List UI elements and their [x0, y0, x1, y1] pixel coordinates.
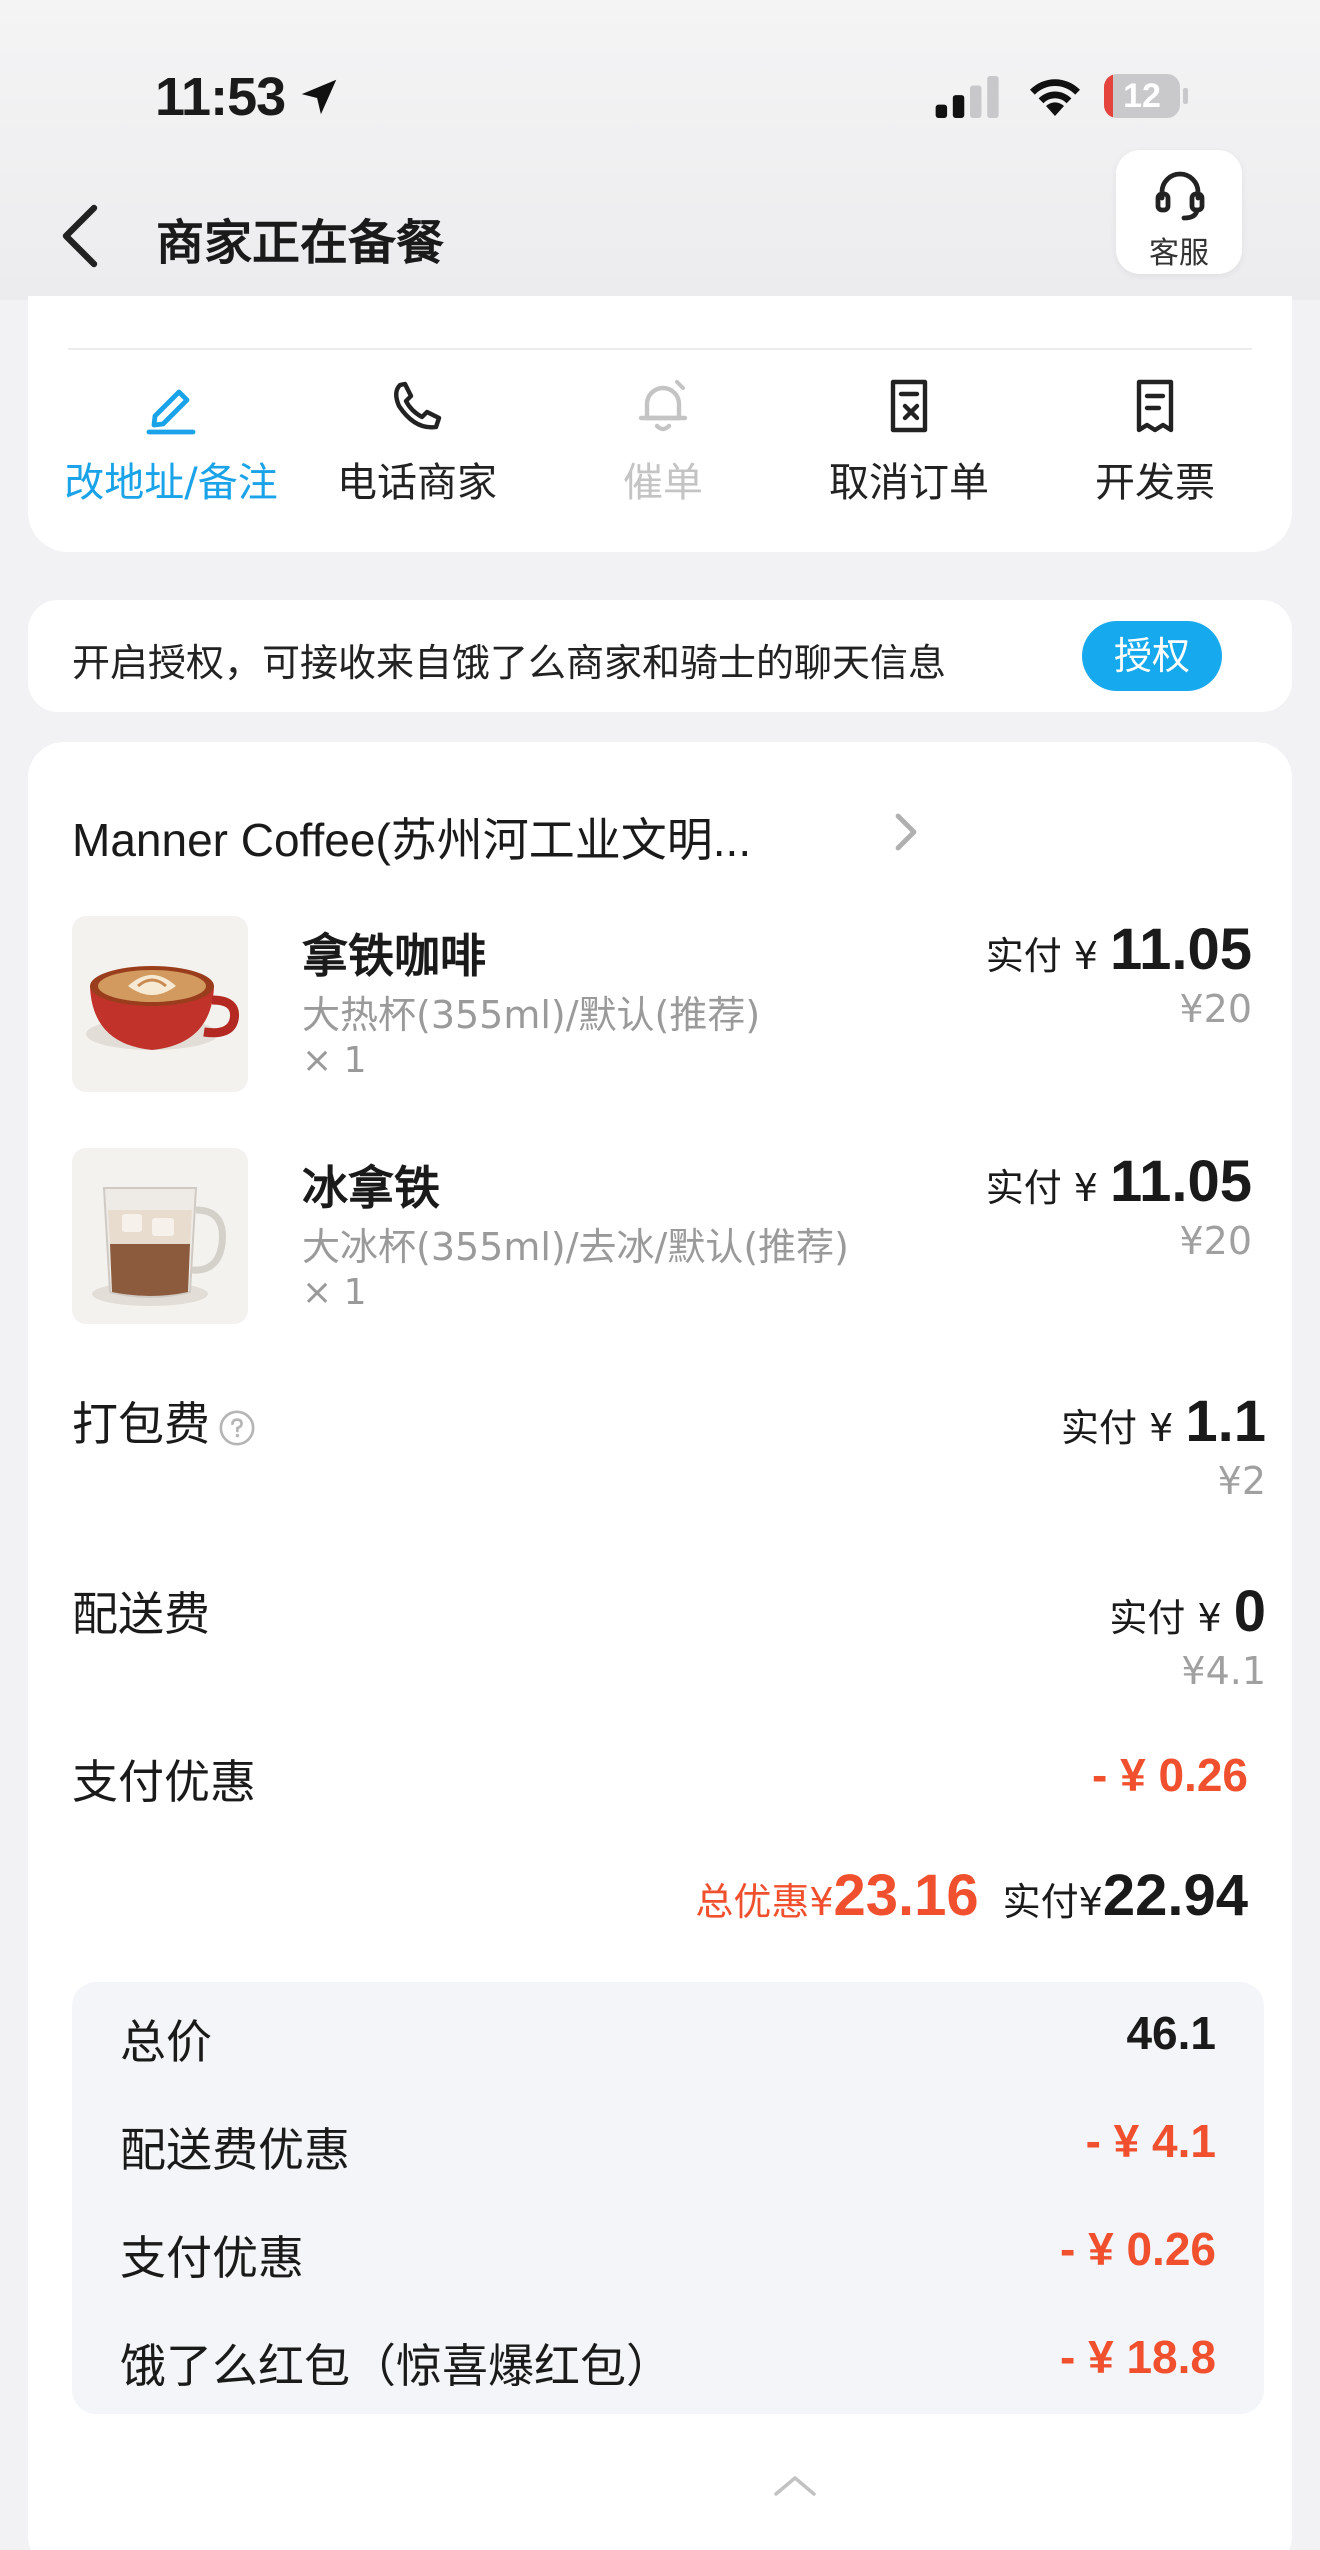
- original-price: ¥2: [1217, 1459, 1266, 1503]
- item-spec: 大冰杯(355ml)/去冰/默认(推荐): [302, 1225, 850, 1269]
- status-time: 11:53: [155, 67, 286, 127]
- breakdown-value: - ¥ 4.1: [1085, 2115, 1216, 2167]
- packing-fee-price: 实付 ¥ 1.1 ¥2: [1061, 1388, 1266, 1503]
- breakdown-label: 总价: [120, 2015, 212, 2069]
- item-name: 拿铁咖啡: [302, 929, 486, 983]
- breakdown-label: 配送费优惠: [120, 2123, 350, 2177]
- product-image-hot-latte: [72, 916, 248, 1092]
- breakdown-value: - ¥ 18.8: [1060, 2331, 1216, 2383]
- total-paid-label: 实付¥: [1002, 1880, 1103, 1924]
- back-arrow-icon[interactable]: [58, 204, 102, 268]
- original-price: ¥20: [1179, 1219, 1252, 1263]
- breakdown-row: 配送费优惠 - ¥ 4.1: [72, 2106, 1264, 2177]
- packing-fee-label: 打包费: [72, 1388, 256, 1454]
- location-arrow-icon: [301, 79, 337, 115]
- paid-label: 实付 ¥: [1109, 1596, 1234, 1640]
- paid-label: 实付 ¥: [985, 934, 1111, 978]
- phone-icon: [394, 381, 442, 430]
- action-label: 改地址/备注: [64, 460, 278, 506]
- chevron-right-icon[interactable]: [888, 804, 924, 860]
- action-change-address[interactable]: 改地址/备注: [48, 376, 294, 516]
- order-item[interactable]: 冰拿铁 大冰杯(355ml)/去冰/默认(推荐) × 1 实付 ¥ 11.05 …: [72, 1148, 1252, 1328]
- delivery-fee-price: 实付 ¥ 0 ¥4.1: [1109, 1578, 1266, 1693]
- help-circle-icon[interactable]: [218, 1409, 256, 1447]
- price-breakdown-panel: 总价 46.1 配送费优惠 - ¥ 4.1 支付优惠 - ¥ 0.26 饿了么红…: [72, 1982, 1264, 2414]
- shop-name-link[interactable]: Manner Coffee(苏州河工业文明...: [72, 804, 751, 870]
- customer-service-button[interactable]: 客服: [1116, 150, 1242, 274]
- page-title: 商家正在备餐: [156, 215, 445, 271]
- action-call-merchant[interactable]: 电话商家: [294, 376, 540, 516]
- delivery-fee-label: 配送费: [72, 1587, 210, 1641]
- breakdown-label: 饿了么红包（惊喜爆红包）: [120, 2339, 672, 2393]
- action-label: 催单: [623, 460, 703, 506]
- battery-indicator: 12: [1104, 74, 1188, 118]
- paid-amount: 11.05: [1110, 917, 1252, 982]
- invoice-icon: [1136, 379, 1174, 433]
- battery-level: 12: [1123, 77, 1161, 115]
- breakdown-label: 支付优惠: [120, 2231, 304, 2285]
- paid-amount: 1.1: [1185, 1389, 1266, 1454]
- edit-icon: [146, 389, 196, 435]
- order-item[interactable]: 拿铁咖啡 大热杯(355ml)/默认(推荐) × 1 实付 ¥ 11.05 ¥2…: [72, 916, 1252, 1096]
- payment-discount-row: 支付优惠: [72, 1746, 1268, 1826]
- action-label: 开发票: [1095, 460, 1215, 506]
- chat-authorization-banner: 开启授权，可接收来自饿了么商家和骑士的聊天信息 授权: [28, 600, 1292, 712]
- action-cancel-order[interactable]: 取消订单: [786, 376, 1032, 516]
- breakdown-value: - ¥ 0.26: [1060, 2223, 1216, 2275]
- cancel-order-icon: [890, 379, 928, 433]
- product-image-iced-latte: [72, 1148, 248, 1324]
- item-price: 实付 ¥ 11.05 ¥20: [986, 916, 1252, 1031]
- packing-fee-row: 打包费 实付 ¥ 1.1 ¥2: [72, 1388, 1268, 1538]
- order-detail-card: Manner Coffee(苏州河工业文明... 拿铁咖啡 大热杯(355ml)…: [28, 742, 1292, 2550]
- paid-amount: 0: [1233, 1579, 1266, 1644]
- customer-service-label: 客服: [1149, 236, 1209, 271]
- total-discount-amount: 23.16: [833, 1863, 979, 1928]
- breakdown-value: 46.1: [1126, 2007, 1216, 2059]
- original-price: ¥4.1: [1181, 1649, 1266, 1693]
- chevron-up-icon[interactable]: [770, 2470, 820, 2500]
- action-urge-order[interactable]: 催单: [540, 376, 786, 516]
- divider: [68, 348, 1252, 350]
- payment-discount-value: - ¥ 0.26: [1092, 1749, 1248, 1801]
- payment-discount-label: 支付优惠: [72, 1755, 256, 1809]
- item-quantity: × 1: [302, 1040, 367, 1081]
- breakdown-row: 支付优惠 - ¥ 0.26: [72, 2214, 1264, 2285]
- total-paid-amount: 22.94: [1102, 1863, 1248, 1928]
- bell-icon: [638, 380, 688, 432]
- wifi-icon: [1030, 79, 1080, 116]
- authorize-button[interactable]: 授权: [1082, 621, 1222, 691]
- action-issue-invoice[interactable]: 开发票: [1032, 376, 1278, 516]
- total-discount-label: 总优惠¥: [695, 1880, 834, 1924]
- authorization-message: 开启授权，可接收来自饿了么商家和骑士的聊天信息: [72, 641, 947, 685]
- item-quantity: × 1: [302, 1272, 367, 1313]
- paid-label: 实付 ¥: [985, 1166, 1111, 1210]
- item-name: 冰拿铁: [302, 1161, 440, 1215]
- paid-amount: 11.05: [1110, 1149, 1252, 1214]
- cellular-signal-icon: [935, 76, 999, 118]
- order-totals: 总优惠¥23.16 实付¥22.94: [695, 1862, 1248, 1929]
- breakdown-row: 饿了么红包（惊喜爆红包） - ¥ 18.8: [72, 2322, 1264, 2393]
- headset-icon: [1155, 171, 1205, 221]
- item-price: 实付 ¥ 11.05 ¥20: [986, 1148, 1252, 1263]
- order-actions-card: 改地址/备注 电话商家 催单 取消订单 开发票: [28, 296, 1292, 552]
- action-label: 取消订单: [829, 460, 989, 506]
- breakdown-row: 总价 46.1: [72, 1998, 1264, 2069]
- original-price: ¥20: [1179, 987, 1252, 1031]
- item-spec: 大热杯(355ml)/默认(推荐): [302, 993, 761, 1037]
- action-label: 电话商家: [337, 460, 497, 506]
- delivery-fee-row: 配送费 实付 ¥ 0 ¥4.1: [72, 1578, 1268, 1728]
- paid-label: 实付 ¥: [1061, 1406, 1186, 1450]
